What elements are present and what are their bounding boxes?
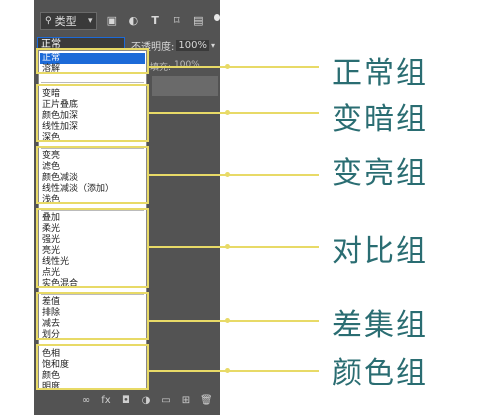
blend-mode-option[interactable]: 变暗 <box>40 89 145 100</box>
blend-mode-option[interactable]: 正常 <box>40 53 145 64</box>
connector-dot-lighten <box>225 172 230 177</box>
group-label-darken: 变暗组 <box>332 102 428 137</box>
blend-mode-option[interactable]: 强光 <box>40 235 145 246</box>
layer-row[interactable] <box>152 76 218 96</box>
opacity-input[interactable]: 100% <box>176 39 209 51</box>
connector-line-darken <box>149 112 319 114</box>
blend-mode-option[interactable]: 浅色 <box>40 195 145 206</box>
blend-mode-option[interactable]: 颜色加深 <box>40 111 145 122</box>
group-label-lighten: 变亮组 <box>332 156 428 191</box>
blend-mode-option[interactable]: 滤色 <box>40 162 145 173</box>
blend-mode-option[interactable]: 差值 <box>40 297 145 308</box>
new-layer-icon[interactable]: ⊞ <box>180 395 192 407</box>
blend-mode-option[interactable]: 实色混合 <box>40 279 145 290</box>
blend-mode-option[interactable]: 饱和度 <box>40 360 145 371</box>
menu-separator <box>41 148 144 149</box>
blend-mode-option[interactable]: 柔光 <box>40 224 145 235</box>
blend-mode-option[interactable]: 色相 <box>40 349 145 360</box>
blend-mode-option[interactable]: 颜色 <box>40 371 145 382</box>
connector-dot-contrast <box>225 244 230 249</box>
blend-mode-option[interactable]: 亮光 <box>40 246 145 257</box>
group-label-color: 颜色组 <box>332 356 428 391</box>
chevron-down-icon[interactable]: ▾ <box>211 41 215 50</box>
filter-type-label: 类型 <box>54 15 77 28</box>
group-label-contrast: 对比组 <box>332 234 428 269</box>
menu-separator <box>41 210 144 211</box>
blend-mode-option[interactable]: 划分 <box>40 330 145 341</box>
blend-mode-option[interactable]: 点光 <box>40 268 145 279</box>
blend-mode-option[interactable]: 颜色减淡 <box>40 173 145 184</box>
group-label-difference: 差集组 <box>332 308 428 343</box>
layers-bottom-bar: ∞ fx ◘ ◑ ▭ ⊞ 🗑 <box>34 390 220 412</box>
smart-object-filter-icon[interactable]: ▤ <box>192 14 205 28</box>
connector-dot-normal <box>225 64 230 69</box>
connector-dot-darken <box>225 110 230 115</box>
menu-separator <box>41 345 144 346</box>
blend-mode-option[interactable]: 叠加 <box>40 213 145 224</box>
connector-line-contrast <box>149 246 319 248</box>
blend-mode-option[interactable]: 明度 <box>40 382 145 393</box>
menu-separator <box>41 82 144 83</box>
search-icon: ⚲ <box>45 16 52 26</box>
menu-separator <box>41 294 144 295</box>
layer-style-icon[interactable]: fx <box>100 395 112 407</box>
connector-line-difference <box>149 320 319 322</box>
connector-line-color <box>149 370 319 372</box>
connector-line-normal <box>149 66 319 68</box>
filter-toolbar: ⚲ 类型 ▾ ▣ ◐ T ⌑ ▤ <box>34 8 220 34</box>
connector-line-lighten <box>149 174 319 176</box>
blend-mode-option[interactable]: 线性减淡（添加） <box>40 184 145 195</box>
blend-mode-dropdown: 正常 溶解变暗 正片叠底 颜色加深 线性加深 深色变亮 滤色 颜色减淡 线性减淡（添加） 浅色叠加… <box>38 50 147 393</box>
group-label-normal: 正常组 <box>332 56 428 91</box>
blend-mode-option[interactable]: 深色 <box>40 133 145 144</box>
link-layers-icon[interactable]: ∞ <box>80 395 92 407</box>
shape-filter-icon[interactable]: ⌑ <box>170 14 183 28</box>
blend-mode-option[interactable]: 线性加深 <box>40 122 145 133</box>
blend-mode-option[interactable]: 线性光 <box>40 257 145 268</box>
blend-mode-option[interactable]: 变亮 <box>40 151 145 162</box>
type-filter-icon[interactable]: T <box>149 14 162 28</box>
adjustment-layer-icon[interactable]: ◑ <box>140 395 152 407</box>
blend-mode-option[interactable]: 排除 <box>40 308 145 319</box>
trash-icon[interactable]: 🗑 <box>200 395 213 407</box>
filter-toggle-icon[interactable] <box>213 13 220 21</box>
blend-mode-option[interactable]: 溶解 <box>40 64 145 75</box>
image-filter-icon[interactable]: ▣ <box>106 14 119 28</box>
chevron-down-icon: ▾ <box>88 16 93 26</box>
adjustment-filter-icon[interactable]: ◐ <box>127 14 140 28</box>
connector-dot-difference <box>225 318 230 323</box>
connector-dot-color <box>225 368 230 373</box>
new-group-icon[interactable]: ▭ <box>160 395 172 407</box>
layer-mask-icon[interactable]: ◘ <box>120 395 132 407</box>
fill-input[interactable]: 100% <box>174 60 200 70</box>
blend-mode-option[interactable]: 减去 <box>40 319 145 330</box>
blend-mode-option[interactable]: 正片叠底 <box>40 100 145 111</box>
filter-type-select[interactable]: ⚲ 类型 ▾ <box>40 12 97 30</box>
